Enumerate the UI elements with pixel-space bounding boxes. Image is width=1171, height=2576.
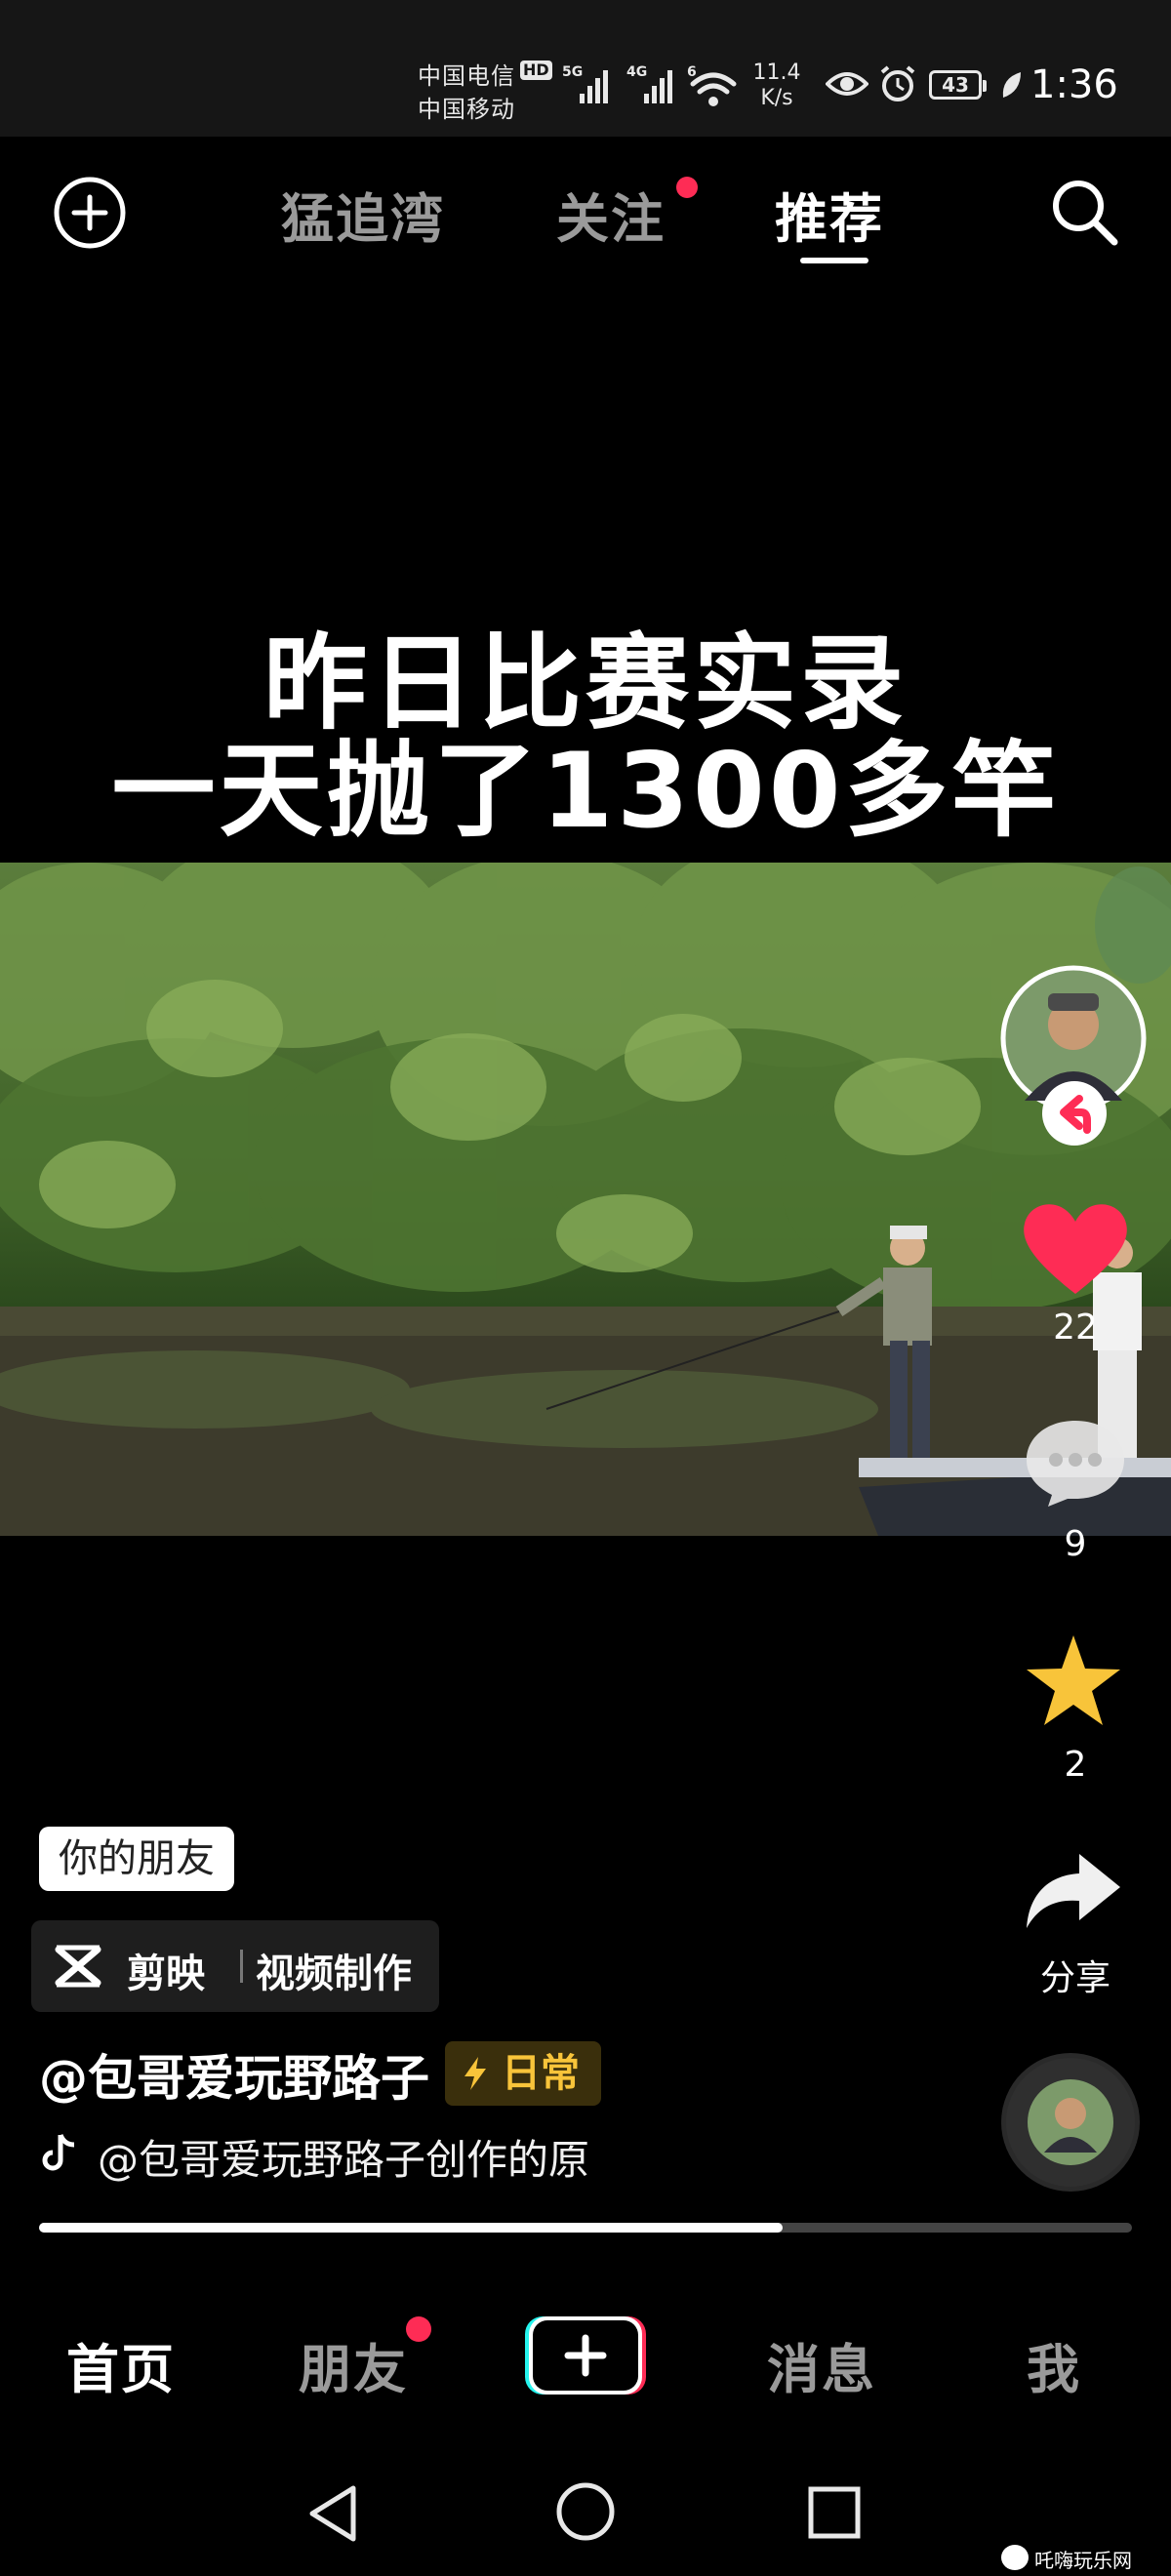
music-disc-button[interactable] bbox=[1001, 2053, 1140, 2192]
progress-fill bbox=[39, 2223, 783, 2233]
capcut-label: 视频制作 bbox=[256, 1952, 412, 1996]
following-notification-dot bbox=[676, 177, 698, 198]
nav-messages[interactable]: 消息 bbox=[767, 2326, 876, 2403]
share-button[interactable] bbox=[1023, 1850, 1124, 1932]
signal-5g-icon: 5G bbox=[562, 64, 608, 103]
comment-icon bbox=[1027, 1421, 1124, 1507]
category-tag[interactable]: 日常 bbox=[445, 2041, 601, 2106]
carrier-mobile: 中国移动 bbox=[418, 96, 515, 123]
back-button[interactable] bbox=[304, 2482, 363, 2549]
search-icon bbox=[1053, 181, 1118, 246]
comment-count: 9 bbox=[1064, 1524, 1087, 1564]
carrier-telecom: 中国电信 bbox=[418, 62, 515, 90]
network-speed: 11.4 K/s bbox=[749, 60, 804, 111]
status-bar: 中国电信 HD 中国移动 5G 4G 6 11.4 K/s 43 1:36 bbox=[0, 0, 1171, 137]
eye-icon bbox=[825, 68, 869, 103]
back-triangle-icon bbox=[309, 2485, 356, 2542]
create-plus-icon bbox=[525, 2316, 646, 2395]
tab-recommended[interactable]: 推荐 bbox=[775, 176, 884, 253]
favorite-button[interactable] bbox=[1023, 1631, 1124, 1729]
clock: 1:36 bbox=[1030, 62, 1118, 107]
progress-bar[interactable] bbox=[39, 2223, 1132, 2233]
friend-tag: 你的朋友 bbox=[39, 1827, 234, 1891]
music-disc-icon bbox=[1006, 2058, 1135, 2187]
video-scene bbox=[0, 863, 1171, 1536]
like-button[interactable] bbox=[1021, 1200, 1130, 1298]
nav-home[interactable]: 首页 bbox=[66, 2326, 176, 2403]
music-title[interactable]: @包哥爱玩野路子创作的原 bbox=[98, 2127, 589, 2187]
capcut-divider bbox=[240, 1950, 243, 1983]
tab-local[interactable]: 猛追湾 bbox=[281, 176, 445, 253]
category-tag-label: 日常 bbox=[502, 2051, 580, 2096]
search-button[interactable] bbox=[1048, 176, 1120, 248]
tab-following[interactable]: 关注 bbox=[556, 176, 666, 253]
add-button[interactable] bbox=[53, 176, 127, 250]
return-arrow-icon bbox=[1060, 1095, 1091, 1134]
hd-badge: HD bbox=[520, 60, 552, 80]
leaf-icon bbox=[999, 70, 1023, 103]
network-speed-unit: K/s bbox=[760, 86, 793, 110]
signal-4g-icon: 4G bbox=[626, 64, 672, 103]
like-count: 22 bbox=[1053, 1308, 1098, 1348]
create-button[interactable] bbox=[523, 2313, 648, 2396]
wifi-label: 6 bbox=[687, 64, 697, 80]
nav-me[interactable]: 我 bbox=[1027, 2326, 1081, 2403]
watermark-logo-icon bbox=[1001, 2545, 1029, 2570]
lightning-icon bbox=[464, 2057, 486, 2090]
plus-circle-icon bbox=[54, 177, 126, 249]
active-tab-indicator bbox=[800, 258, 868, 263]
recents-square-icon bbox=[808, 2486, 861, 2539]
share-arrow-icon bbox=[1027, 1854, 1120, 1928]
network-speed-value: 11.4 bbox=[752, 60, 801, 85]
capcut-brand: 剪映 bbox=[127, 1952, 205, 1996]
comment-button[interactable] bbox=[1023, 1415, 1128, 1509]
heart-icon bbox=[1024, 1204, 1127, 1294]
star-icon bbox=[1027, 1635, 1120, 1725]
alarm-icon bbox=[878, 64, 917, 107]
video-player[interactable] bbox=[0, 863, 1171, 1536]
home-button[interactable] bbox=[554, 2480, 617, 2547]
capcut-icon bbox=[53, 1944, 103, 1992]
friends-notification-dot bbox=[406, 2316, 431, 2342]
capcut-card[interactable]: 剪映 视频制作 bbox=[31, 1920, 439, 2012]
author-name[interactable]: @包哥爱玩野路子 bbox=[39, 2039, 429, 2110]
recents-button[interactable] bbox=[806, 2484, 863, 2545]
home-circle-icon bbox=[556, 2482, 615, 2541]
nav-friends[interactable]: 朋友 bbox=[299, 2326, 408, 2403]
battery-icon: 43 bbox=[929, 70, 987, 100]
share-label: 分享 bbox=[1039, 1958, 1110, 1998]
watermark: 吒嗨玩乐网 bbox=[1034, 2549, 1132, 2572]
follow-back-button[interactable] bbox=[1042, 1081, 1107, 1146]
favorite-count: 2 bbox=[1064, 1745, 1087, 1785]
tiktok-note-icon bbox=[39, 2131, 78, 2178]
wifi-icon: 6 bbox=[687, 64, 738, 109]
video-caption-line-2: 一天抛了1300多竿 bbox=[111, 731, 1060, 851]
